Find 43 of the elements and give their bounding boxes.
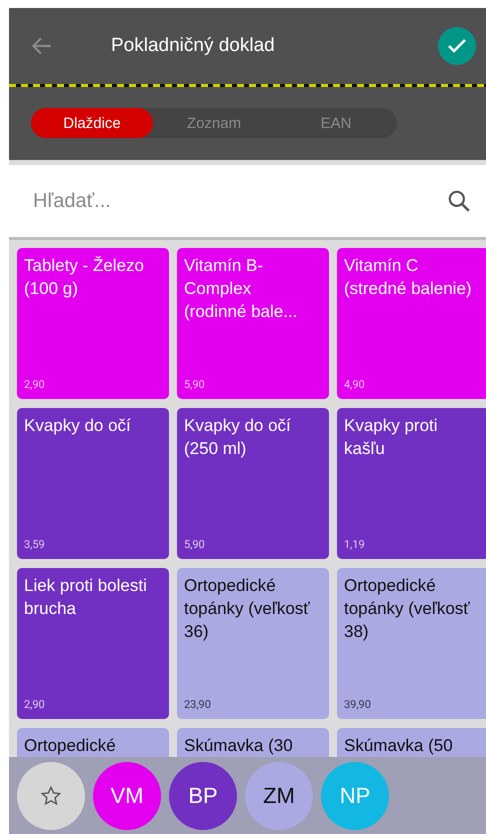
product-name: Vitamín B-Complex (rodinné bale... (184, 255, 298, 323)
product-price: 23,90 (184, 698, 212, 711)
product-tile[interactable]: Kvapky proti kašľu 1,19 (337, 408, 486, 559)
product-name: Skúmavka (30 (184, 735, 294, 757)
product-tile[interactable]: Liek proti bolesti brucha 2,90 (17, 568, 169, 719)
confirm-button[interactable] (438, 27, 476, 65)
category-button[interactable]: ZM (245, 762, 313, 830)
product-price: 39,90 (344, 698, 372, 711)
product-tile[interactable]: Vitamín C (stredné balenie) 4,90 (337, 248, 486, 399)
product-tile[interactable]: Ortopedické topánky (veľkosť 38) 39,90 (337, 568, 486, 719)
product-tile[interactable]: Ortopedické (17, 728, 169, 757)
product-price: 5,90 (184, 538, 206, 551)
product-price: 3,59 (24, 538, 46, 551)
star-icon (40, 784, 62, 806)
product-price: 2,90 (24, 698, 46, 711)
product-tile[interactable]: Vitamín B-Complex (rodinné bale... 5,90 (177, 248, 329, 399)
product-name: Ortopedické topánky (veľkosť 36) (184, 575, 311, 643)
product-tile[interactable]: Kvapky do očí 3,59 (17, 408, 169, 559)
product-price: 5,90 (184, 378, 206, 391)
product-tile[interactable]: Ortopedické topánky (veľkosť 36) 23,90 (177, 568, 329, 719)
product-name: Ortopedické topánky (veľkosť 38) (344, 575, 471, 643)
product-name: Ortopedické (24, 735, 117, 757)
search-input[interactable]: Hľadať... (31, 188, 446, 214)
category-button[interactable]: VM (93, 762, 161, 830)
product-tile[interactable]: Skúmavka (50 (337, 728, 486, 757)
product-tile[interactable]: Skúmavka (30 (177, 728, 329, 757)
product-name: Skúmavka (50 (344, 735, 454, 757)
product-price: 2,90 (24, 378, 46, 391)
search-icon[interactable] (446, 188, 472, 214)
product-name: Kvapky proti kašľu (344, 415, 439, 460)
product-name: Tablety - Železo (100 g) (24, 255, 145, 300)
product-price: 1,19 (344, 538, 366, 551)
product-name: Liek proti bolesti brucha (24, 575, 148, 620)
search-field[interactable]: Hľadať... (9, 165, 486, 240)
product-price: 4,90 (344, 378, 366, 391)
product-tile[interactable]: Tablety - Železo (100 g) 2,90 (17, 248, 169, 399)
product-tile[interactable]: Kvapky do očí (250 ml) 5,90 (177, 408, 329, 559)
product-name: Vitamín C (stredné balenie) (344, 255, 472, 300)
product-name: Kvapky do očí (24, 415, 132, 437)
product-name: Kvapky do očí (250 ml) (184, 415, 292, 460)
screen-title: Pokladničný doklad (111, 35, 276, 57)
category-button[interactable]: BP (169, 762, 237, 830)
view-tab[interactable]: Dlaždice (31, 108, 153, 138)
